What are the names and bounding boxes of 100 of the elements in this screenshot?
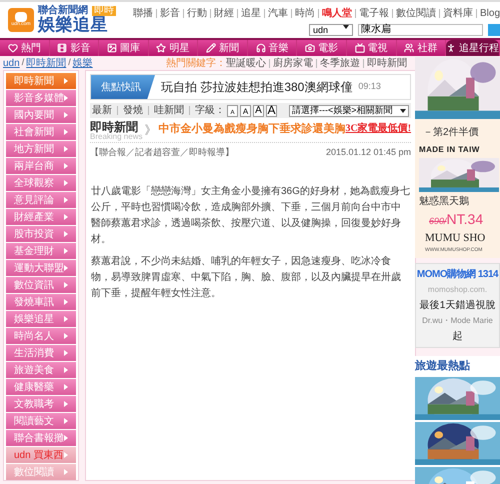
sidebar-item[interactable]: 發燒車訊 (6, 294, 76, 310)
breadcrumb-link[interactable]: 娛樂 (72, 56, 93, 70)
separator: 》 (144, 122, 156, 139)
sidebar-item[interactable]: 聯合書報攤 (6, 430, 76, 446)
top-link[interactable]: 追星 (240, 6, 261, 21)
nav-tab[interactable]: 追星行程 (446, 40, 500, 56)
nav-tab[interactable]: 影音 (50, 40, 100, 56)
focus-headline[interactable]: 玩自拍 莎拉波娃想拍進380澳網球僮 (161, 78, 352, 96)
nav-tab[interactable]: 熱門 (0, 40, 50, 56)
toolbar-link[interactable]: 哇新聞 (154, 103, 184, 118)
nav-tab[interactable]: 明星 (148, 40, 198, 56)
arrow-icon (64, 316, 68, 322)
breadcrumb-link[interactable]: 即時新聞 (26, 56, 66, 70)
top-link[interactable]: 電子報 (358, 6, 389, 21)
font-size-button[interactable]: A (266, 104, 277, 116)
arrow-icon (64, 350, 68, 356)
nav-tab[interactable]: 圖庫 (99, 40, 149, 56)
sidebar-item[interactable]: 兩岸台商 (6, 158, 76, 174)
nav-tab[interactable]: 電影 (297, 40, 347, 56)
top-link[interactable]: 行動 (186, 6, 207, 21)
sidebar-item[interactable]: 財經產業 (6, 209, 76, 225)
momo-title[interactable]: MOMO購物網 1314 (416, 267, 498, 282)
sidebar-item[interactable]: 運動大聯盟 (6, 260, 76, 276)
breadcrumb-link[interactable]: udn (3, 56, 20, 70)
top-link[interactable]: 鳴人堂 (322, 6, 352, 21)
arrow-icon (64, 367, 68, 373)
article-title: 中市金小曼為戲瘦身胸下垂求診還美胸 (158, 121, 346, 137)
top-link[interactable]: 影音 (160, 6, 180, 21)
search-button[interactable] (488, 24, 500, 36)
ad-old-price: 690/ (429, 215, 447, 228)
top-link[interactable]: 數位閱讀 (396, 6, 436, 21)
scope-select[interactable]: udn (309, 24, 353, 36)
arrow-icon (64, 469, 68, 475)
nav-tab[interactable]: 新聞 (198, 40, 248, 56)
promo-link[interactable]: 3C家電最低價! (345, 121, 412, 136)
arrow-icon (64, 129, 68, 135)
sidebar-item[interactable]: 時尚名人 (6, 328, 76, 344)
font-size-button[interactable]: A (240, 104, 251, 116)
sidebar-item[interactable]: 健康醫藥 (6, 379, 76, 395)
toolbar-link[interactable]: 發燒 (123, 103, 143, 118)
breadcrumb-separator: / (20, 56, 26, 70)
nav-tab[interactable]: 電視 (346, 40, 396, 56)
toolbar-link[interactable]: 最新 (92, 103, 112, 118)
focus-tag: 焦點快訊 (91, 75, 155, 99)
sidebar-item[interactable]: 生活消費 (6, 345, 76, 361)
headphones-icon (256, 43, 266, 53)
top-link[interactable]: 資料庫 (442, 6, 473, 21)
hot-keyword[interactable]: 廚房家電 (273, 56, 313, 70)
sidebar-item[interactable]: 社會新聞 (6, 124, 76, 140)
sidebar-item[interactable]: 基金理財 (6, 243, 76, 259)
font-size-label: 字級： (195, 104, 225, 118)
hot-keyword[interactable]: 聖誕暖心 (226, 56, 266, 70)
nav-tab[interactable]: 音樂 (248, 40, 298, 56)
sidebar-item[interactable]: 股市投資 (6, 226, 76, 242)
sidebar-item[interactable]: 影音多媒體 (6, 90, 76, 106)
search-field[interactable]: 陳水扁 (358, 24, 483, 36)
sidebar-item[interactable]: 意見評論 (6, 192, 76, 208)
image-icon (106, 43, 117, 53)
ad-price: NT.34 (446, 210, 484, 229)
arrow-icon (64, 282, 68, 288)
byline: 【聯合報／記者趙容萱／即時報導】 (90, 146, 234, 159)
arrow-icon (64, 418, 68, 424)
sidebar-item[interactable]: 國內要聞 (6, 107, 76, 123)
top-link[interactable]: 聯播 (132, 6, 153, 21)
caret-icon (400, 108, 406, 112)
sidebar-item[interactable]: 旅遊美食 (6, 362, 76, 378)
focus-time: 09:13 (358, 80, 381, 94)
arrow-icon (64, 180, 68, 186)
sidebar-item[interactable]: 文教職考 (6, 396, 76, 412)
arrow-icon (64, 197, 68, 203)
article-paragraph: 廿八歲電影「戀戀海灣」女主角金小曼擁有36G的好身材，她為戲瘦身七公斤，平時也習慣喝冷飲，造成胸部外擴、下垂，三個月前向台中市中醫師蔡蕙君求診，透過喝茶飲、按壓穴道、以及健胸操，回復曼妙好身材。 (91, 184, 410, 246)
related-news-select[interactable]: 請選擇---<娛樂>相關新聞 (289, 104, 410, 116)
star-icon (156, 43, 166, 53)
arrow-icon (64, 231, 68, 237)
hot-keyword[interactable]: 即時新聞 (367, 56, 407, 70)
momo-domain: momoshop.com. (428, 284, 488, 296)
sidebar-item[interactable]: 閱讀藝文 (6, 413, 76, 429)
runner-icon (446, 43, 456, 53)
arrow-icon (64, 384, 68, 390)
arrow-icon (64, 214, 68, 220)
ad-brand: MUMU SHO (424, 231, 486, 246)
pencil-icon (206, 43, 216, 53)
caret-icon (343, 25, 349, 29)
sidebar-item[interactable]: 地方新聞 (6, 141, 76, 157)
heart-icon (8, 43, 18, 53)
top-link[interactable]: Blog (480, 6, 500, 21)
sidebar-item[interactable]: 娛樂追星 (6, 311, 76, 327)
tv-icon (354, 43, 365, 53)
momo-text: 最後1天錯過視脫 (420, 298, 496, 313)
top-link[interactable]: 財經 (214, 6, 234, 21)
sidebar-item[interactable]: 即時新聞 (6, 73, 76, 89)
font-size-button[interactable]: A (253, 104, 264, 116)
sidebar-item[interactable]: 全球觀察 (6, 175, 76, 191)
top-link[interactable]: 汽車 (268, 6, 288, 21)
top-link[interactable]: 時尚 (294, 6, 315, 21)
sidebar-item[interactable]: udn 買東西 (6, 447, 76, 463)
sidebar-item[interactable]: 數位資訊 (6, 277, 76, 293)
hot-keyword[interactable]: 冬季旅遊 (320, 56, 360, 70)
camera-icon (305, 43, 316, 53)
arrow-icon (64, 248, 68, 254)
